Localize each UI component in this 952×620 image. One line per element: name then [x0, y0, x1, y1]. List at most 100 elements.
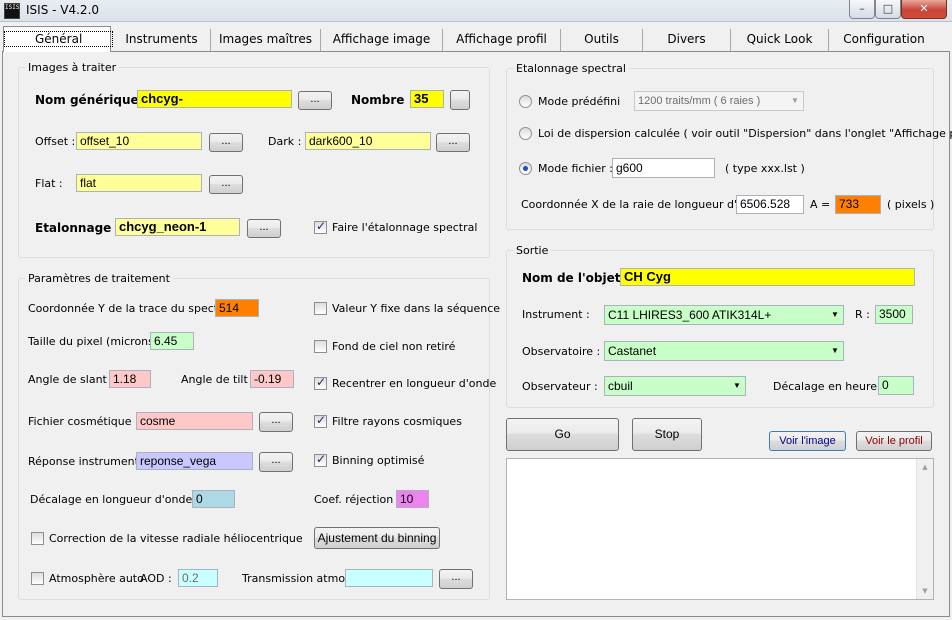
voir-image-button[interactable]: Voir l'image	[769, 431, 846, 451]
app-logo-icon: ISIS	[4, 3, 20, 19]
tab-images-maitres[interactable]: Images maîtres	[211, 29, 321, 51]
nombre-button[interactable]	[450, 90, 470, 110]
dark-input[interactable]: dark600_10	[305, 132, 431, 150]
title-bar: ISIS ISIS - V4.2.0 – □ ✕	[0, 0, 952, 22]
nom-objet-label: Nom de l'objet :	[522, 271, 630, 285]
nombre-input[interactable]: 35	[410, 90, 444, 108]
taille-pixel-input[interactable]: 6.45	[150, 332, 194, 350]
stop-button[interactable]: Stop	[632, 418, 702, 451]
faire-etalonnage-checkbox[interactable]	[314, 219, 327, 234]
transmission-input[interactable]	[345, 569, 433, 587]
flat-label: Flat :	[35, 177, 63, 190]
instrument-select[interactable]: C11 LHIRES3_600 ATIK314L+ ▼	[604, 305, 844, 325]
observatoire-select[interactable]: Castanet ▼	[604, 341, 844, 361]
sortie-group-label: Sortie	[513, 244, 552, 257]
mode-fichier-radio[interactable]	[519, 162, 532, 175]
nombre-label: Nombre :	[351, 93, 414, 107]
coord-x-input[interactable]: 6506.528	[736, 195, 804, 214]
angle-slant-input[interactable]: 1.18	[109, 370, 151, 388]
nom-objet-input[interactable]: CH Cyg	[620, 268, 915, 286]
mode-predefini-select[interactable]: 1200 traits/mm ( 6 raies ) ▼	[634, 91, 804, 111]
dark-label: Dark :	[268, 135, 302, 148]
chevron-down-icon: ▼	[831, 310, 839, 319]
coef-rejection-input[interactable]: 10	[396, 490, 429, 508]
filtre-cosmiques-checkbox[interactable]	[314, 413, 327, 428]
decalage-onde-input[interactable]: 0	[192, 490, 235, 508]
close-button[interactable]: ✕	[901, 0, 947, 19]
recentrer-label: Recentrer en longueur d'onde	[332, 377, 497, 390]
etalonnage-input[interactable]: chcyg_neon-1	[115, 218, 240, 236]
offset-input[interactable]: offset_10	[76, 132, 202, 150]
params-group-label: Paramètres de traitement	[25, 272, 173, 285]
cosmetique-browse-button[interactable]: ...	[259, 412, 293, 432]
maximize-button[interactable]: □	[875, 0, 901, 19]
atmosphere-auto-checkbox[interactable]	[31, 572, 44, 585]
type-hint-label: ( type xxx.lst )	[725, 162, 805, 175]
log-output-area[interactable]: ▲ ▼	[506, 458, 934, 600]
go-button[interactable]: Go	[506, 418, 619, 451]
etalonnage-browse-button[interactable]: ...	[247, 219, 281, 238]
nom-generique-input[interactable]: chcyg-	[137, 90, 292, 108]
scroll-down-icon[interactable]: ▼	[917, 583, 933, 599]
loi-dispersion-label: Loi de dispersion calculée ( voir outil …	[538, 127, 952, 140]
etalonnage-label: Etalonnage :	[35, 221, 121, 235]
tab-affichage-image[interactable]: Affichage image	[321, 29, 443, 51]
angle-tilt-input[interactable]: -0.19	[250, 370, 294, 388]
nom-generique-browse-button[interactable]: ...	[298, 91, 332, 110]
binning-optimise-checkbox[interactable]	[314, 452, 327, 467]
tab-divers[interactable]: Divers	[643, 29, 731, 51]
pixel-input[interactable]: 733	[835, 195, 881, 214]
ajustement-binning-button[interactable]: Ajustement du binning	[314, 527, 440, 549]
fichier-cosmetique-input[interactable]: cosme	[136, 412, 253, 430]
reponse-browse-button[interactable]: ...	[259, 452, 293, 472]
offset-browse-button[interactable]: ...	[209, 133, 243, 152]
tab-configuration[interactable]: Configuration	[829, 29, 939, 51]
correction-vitesse-checkbox[interactable]	[31, 532, 44, 545]
chevron-down-icon: ▼	[831, 346, 839, 355]
scroll-up-icon[interactable]: ▲	[917, 459, 933, 475]
mode-predefini-value: 1200 traits/mm ( 6 raies )	[638, 95, 761, 107]
chevron-down-icon: ▼	[733, 381, 741, 390]
aod-input[interactable]: 0.2	[178, 569, 218, 587]
valeur-y-fixe-label: Valeur Y fixe dans la séquence	[332, 302, 501, 315]
tab-instruments[interactable]: Instruments	[113, 29, 211, 51]
observateur-select[interactable]: cbuil ▼	[604, 376, 746, 396]
aod-label: AOD :	[140, 572, 172, 585]
flat-input[interactable]: flat	[76, 174, 202, 192]
mode-predefini-radio[interactable]	[519, 95, 532, 108]
coord-x-label: Coordonnée X de la raie de longueur d'on…	[521, 198, 765, 211]
coord-y-input[interactable]: 514	[215, 299, 259, 317]
tab-quick-look[interactable]: Quick Look	[731, 29, 829, 51]
loi-dispersion-radio[interactable]	[519, 127, 532, 140]
etalonnage-group-label: Etalonnage spectral	[513, 62, 629, 75]
voir-profil-button[interactable]: Voir le profil	[856, 431, 932, 451]
transmission-browse-button[interactable]: ...	[439, 569, 473, 589]
dark-browse-button[interactable]: ...	[436, 133, 470, 152]
observateur-label: Observateur :	[522, 380, 598, 393]
decalage-heure-input[interactable]: 0	[878, 376, 914, 395]
fond-ciel-checkbox[interactable]	[314, 340, 327, 353]
chevron-down-icon: ▼	[791, 96, 799, 105]
minimize-button[interactable]: –	[849, 0, 875, 19]
recentrer-checkbox[interactable]	[314, 375, 327, 390]
window-title: ISIS - V4.2.0	[26, 3, 100, 17]
mode-fichier-input[interactable]: g600	[612, 158, 715, 178]
decalage-onde-label: Décalage en longueur d'onde (A) :	[30, 493, 220, 506]
flat-browse-button[interactable]: ...	[209, 175, 243, 194]
reponse-instrument-input[interactable]: reponse_vega	[136, 452, 253, 470]
r-input[interactable]: 3500	[875, 305, 913, 324]
faire-etalonnage-label: Faire l'étalonnage spectral	[332, 221, 478, 234]
reponse-instrument-label: Réponse instrument :	[28, 455, 147, 468]
tab-affichage-profil[interactable]: Affichage profil	[443, 29, 561, 51]
instrument-value: C11 LHIRES3_600 ATIK314L+	[608, 308, 772, 322]
log-scrollbar[interactable]: ▲ ▼	[916, 459, 933, 599]
nom-generique-label: Nom générique :	[35, 93, 148, 107]
pixels-label: ( pixels )	[887, 198, 935, 211]
tab-outils[interactable]: Outils	[561, 29, 643, 51]
angle-slant-label: Angle de slant :	[28, 373, 115, 386]
instrument-label: Instrument :	[522, 308, 590, 321]
valeur-y-fixe-checkbox[interactable]	[314, 302, 327, 315]
decalage-heure-label: Décalage en heure :	[773, 380, 885, 393]
angle-tilt-label: Angle de tilt :	[181, 373, 255, 386]
tab-general[interactable]: Général	[3, 26, 114, 52]
